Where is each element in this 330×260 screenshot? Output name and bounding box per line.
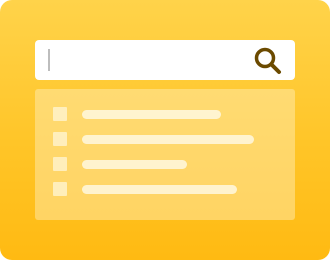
row-checkbox[interactable]	[53, 132, 67, 146]
result-row[interactable]	[53, 107, 273, 121]
row-placeholder-line	[82, 110, 221, 119]
search-input[interactable]	[53, 48, 243, 72]
row-checkbox[interactable]	[53, 182, 67, 196]
search-button[interactable]	[253, 46, 283, 76]
magnifier-icon	[254, 47, 281, 74]
search-card	[0, 0, 330, 260]
row-placeholder-line	[82, 160, 187, 169]
text-cursor	[48, 49, 50, 71]
result-row[interactable]	[53, 182, 273, 196]
row-placeholder-line	[82, 135, 254, 144]
results-panel	[35, 89, 295, 220]
result-row[interactable]	[53, 132, 273, 146]
row-placeholder-line	[82, 185, 237, 194]
result-row[interactable]	[53, 157, 273, 171]
row-checkbox[interactable]	[53, 107, 67, 121]
row-checkbox[interactable]	[53, 157, 67, 171]
search-bar[interactable]	[35, 40, 295, 80]
